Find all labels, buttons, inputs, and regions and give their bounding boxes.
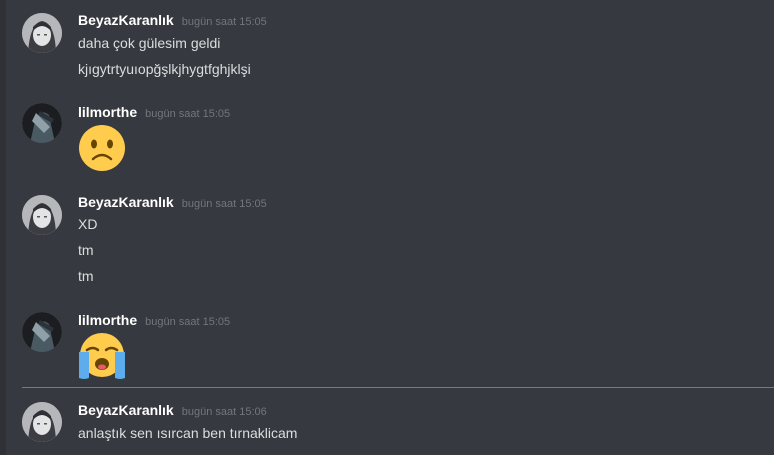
message-text: daha çok gülesim geldi [78, 35, 221, 51]
avatar[interactable] [22, 103, 62, 143]
timestamp: bugün saat 15:05 [181, 198, 267, 210]
dark-figure-avatar-icon [22, 103, 62, 143]
dark-figure-avatar-icon [22, 312, 62, 352]
username[interactable]: lilmorthe [78, 312, 137, 328]
avatar[interactable] [22, 13, 62, 53]
message-text: anlaştık sen ısırcan ben tırnaklicam [78, 425, 298, 441]
pale-face-avatar-icon [22, 13, 62, 53]
avatar[interactable] [22, 312, 62, 352]
timestamp: bugün saat 15:05 [145, 108, 231, 120]
pale-face-avatar-icon [22, 195, 62, 235]
new-messages-divider [22, 387, 774, 388]
timestamp: bugün saat 15:05 [145, 316, 231, 328]
message-text: XD [78, 216, 98, 232]
username[interactable]: BeyazKaranlık [78, 12, 174, 28]
pale-face-avatar-icon [22, 402, 62, 442]
slightly-frowning-face-emoji [79, 125, 125, 171]
message-text: tm [78, 268, 94, 284]
avatar[interactable] [22, 402, 62, 442]
username[interactable]: BeyazKaranlık [78, 194, 174, 210]
username[interactable]: lilmorthe [78, 104, 137, 120]
channel-scroll-gutter [0, 0, 6, 455]
username[interactable]: BeyazKaranlık [78, 402, 174, 418]
message-text: kjıgytrtyuıopğşlkjhygtfghjklşi [78, 61, 251, 77]
loudly-crying-face-emoji [79, 333, 125, 379]
timestamp: bugün saat 15:06 [181, 406, 267, 418]
avatar[interactable] [22, 195, 62, 235]
timestamp: bugün saat 15:05 [181, 16, 267, 28]
message-text: tm [78, 242, 94, 258]
